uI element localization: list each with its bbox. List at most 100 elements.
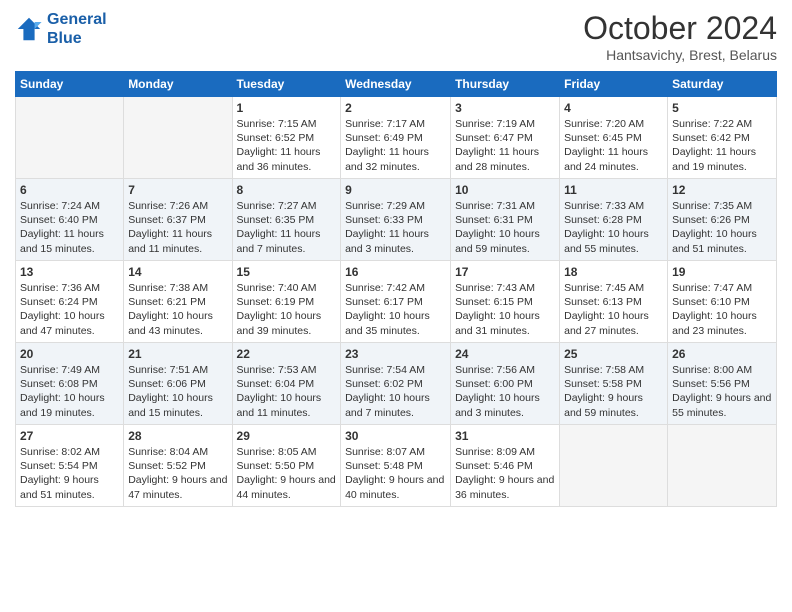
logo: General Blue <box>15 10 107 48</box>
calendar-cell: 24 Sunrise: 7:56 AMSunset: 6:00 PMDayligh… <box>451 343 560 425</box>
calendar-table: SundayMondayTuesdayWednesdayThursdayFrid… <box>15 71 777 507</box>
cell-info: Sunrise: 8:04 AMSunset: 5:52 PMDaylight:… <box>128 445 227 502</box>
cell-info: Sunrise: 7:15 AMSunset: 6:52 PMDaylight:… <box>237 117 337 174</box>
calendar-cell: 27 Sunrise: 8:02 AMSunset: 5:54 PMDayligh… <box>16 425 124 507</box>
calendar-cell: 31 Sunrise: 8:09 AMSunset: 5:46 PMDayligh… <box>451 425 560 507</box>
calendar-cell: 6 Sunrise: 7:24 AMSunset: 6:40 PMDaylight… <box>16 179 124 261</box>
cell-info: Sunrise: 8:00 AMSunset: 5:56 PMDaylight:… <box>672 363 772 420</box>
cell-info: Sunrise: 7:51 AMSunset: 6:06 PMDaylight:… <box>128 363 227 420</box>
day-header-friday: Friday <box>560 72 668 97</box>
cell-info: Sunrise: 7:29 AMSunset: 6:33 PMDaylight:… <box>345 199 446 256</box>
location-subtitle: Hantsavichy, Brest, Belarus <box>583 47 777 63</box>
title-block: October 2024 Hantsavichy, Brest, Belarus <box>583 10 777 63</box>
calendar-cell: 13 Sunrise: 7:36 AMSunset: 6:24 PMDayligh… <box>16 261 124 343</box>
day-header-monday: Monday <box>124 72 232 97</box>
day-number: 6 <box>20 183 119 197</box>
cell-info: Sunrise: 8:02 AMSunset: 5:54 PMDaylight:… <box>20 445 119 502</box>
calendar-cell: 17Sunrise: 7:43 AMSunset: 6:15 PMDayligh… <box>451 261 560 343</box>
calendar-cell: 23 Sunrise: 7:54 AMSunset: 6:02 PMDayligh… <box>341 343 451 425</box>
calendar-week-row: 13 Sunrise: 7:36 AMSunset: 6:24 PMDayligh… <box>16 261 777 343</box>
cell-info: Sunrise: 7:24 AMSunset: 6:40 PMDaylight:… <box>20 199 119 256</box>
cell-info: Sunrise: 7:26 AMSunset: 6:37 PMDaylight:… <box>128 199 227 256</box>
day-number: 31 <box>455 429 555 443</box>
calendar-cell: 28 Sunrise: 8:04 AMSunset: 5:52 PMDayligh… <box>124 425 232 507</box>
day-number: 28 <box>128 429 227 443</box>
day-number: 22 <box>237 347 337 361</box>
day-number: 1 <box>237 101 337 115</box>
cell-info: Sunrise: 8:07 AMSunset: 5:48 PMDaylight:… <box>345 445 446 502</box>
calendar-cell: 4 Sunrise: 7:20 AMSunset: 6:45 PMDaylight… <box>560 97 668 179</box>
month-title: October 2024 <box>583 10 777 47</box>
cell-info: Sunrise: 7:22 AMSunset: 6:42 PMDaylight:… <box>672 117 772 174</box>
cell-info: Sunrise: 7:45 AMSunset: 6:13 PMDaylight:… <box>564 281 663 338</box>
calendar-cell <box>560 425 668 507</box>
logo-icon <box>15 15 43 43</box>
day-number: 24 <box>455 347 555 361</box>
day-number: 29 <box>237 429 337 443</box>
calendar-cell: 3 Sunrise: 7:19 AMSunset: 6:47 PMDaylight… <box>451 97 560 179</box>
day-number: 3 <box>455 101 555 115</box>
logo-text: General Blue <box>47 10 107 48</box>
day-header-wednesday: Wednesday <box>341 72 451 97</box>
cell-info: Sunrise: 7:58 AMSunset: 5:58 PMDaylight:… <box>564 363 663 420</box>
cell-info: Sunrise: 7:35 AMSunset: 6:26 PMDaylight:… <box>672 199 772 256</box>
calendar-cell: 1 Sunrise: 7:15 AMSunset: 6:52 PMDaylight… <box>232 97 341 179</box>
day-number: 27 <box>20 429 119 443</box>
calendar-cell: 26 Sunrise: 8:00 AMSunset: 5:56 PMDayligh… <box>668 343 777 425</box>
cell-info: Sunrise: 7:42 AMSunset: 6:17 PMDaylight:… <box>345 281 446 338</box>
day-header-tuesday: Tuesday <box>232 72 341 97</box>
day-number: 30 <box>345 429 446 443</box>
calendar-cell: 10Sunrise: 7:31 AMSunset: 6:31 PMDayligh… <box>451 179 560 261</box>
day-header-thursday: Thursday <box>451 72 560 97</box>
day-number: 2 <box>345 101 446 115</box>
day-header-saturday: Saturday <box>668 72 777 97</box>
day-number: 12 <box>672 183 772 197</box>
calendar-cell: 29 Sunrise: 8:05 AMSunset: 5:50 PMDayligh… <box>232 425 341 507</box>
day-number: 14 <box>128 265 227 279</box>
day-header-sunday: Sunday <box>16 72 124 97</box>
day-number: 5 <box>672 101 772 115</box>
calendar-week-row: 6 Sunrise: 7:24 AMSunset: 6:40 PMDaylight… <box>16 179 777 261</box>
day-number: 25 <box>564 347 663 361</box>
calendar-week-row: 20Sunrise: 7:49 AMSunset: 6:08 PMDayligh… <box>16 343 777 425</box>
cell-info: Sunrise: 7:54 AMSunset: 6:02 PMDaylight:… <box>345 363 446 420</box>
calendar-cell <box>124 97 232 179</box>
calendar-cell: 15 Sunrise: 7:40 AMSunset: 6:19 PMDayligh… <box>232 261 341 343</box>
calendar-cell: 18 Sunrise: 7:45 AMSunset: 6:13 PMDayligh… <box>560 261 668 343</box>
day-number: 23 <box>345 347 446 361</box>
calendar-cell: 5 Sunrise: 7:22 AMSunset: 6:42 PMDaylight… <box>668 97 777 179</box>
calendar-cell: 21 Sunrise: 7:51 AMSunset: 6:06 PMDayligh… <box>124 343 232 425</box>
day-number: 9 <box>345 183 446 197</box>
cell-info: Sunrise: 7:36 AMSunset: 6:24 PMDaylight:… <box>20 281 119 338</box>
day-number: 21 <box>128 347 227 361</box>
day-number: 26 <box>672 347 772 361</box>
calendar-cell: 19 Sunrise: 7:47 AMSunset: 6:10 PMDayligh… <box>668 261 777 343</box>
cell-info: Sunrise: 7:19 AMSunset: 6:47 PMDaylight:… <box>455 117 555 174</box>
page-container: General Blue October 2024 Hantsavichy, B… <box>0 0 792 517</box>
cell-info: Sunrise: 7:20 AMSunset: 6:45 PMDaylight:… <box>564 117 663 174</box>
day-number: 17 <box>455 265 555 279</box>
calendar-cell: 22Sunrise: 7:53 AMSunset: 6:04 PMDayligh… <box>232 343 341 425</box>
cell-info: Sunrise: 8:05 AMSunset: 5:50 PMDaylight:… <box>237 445 337 502</box>
calendar-week-row: 1 Sunrise: 7:15 AMSunset: 6:52 PMDaylight… <box>16 97 777 179</box>
day-number: 16 <box>345 265 446 279</box>
cell-info: Sunrise: 8:09 AMSunset: 5:46 PMDaylight:… <box>455 445 555 502</box>
day-number: 19 <box>672 265 772 279</box>
cell-info: Sunrise: 7:31 AMSunset: 6:31 PMDaylight:… <box>455 199 555 256</box>
calendar-cell: 8Sunrise: 7:27 AMSunset: 6:35 PMDaylight… <box>232 179 341 261</box>
day-number: 18 <box>564 265 663 279</box>
cell-info: Sunrise: 7:47 AMSunset: 6:10 PMDaylight:… <box>672 281 772 338</box>
cell-info: Sunrise: 7:56 AMSunset: 6:00 PMDaylight:… <box>455 363 555 420</box>
day-number: 11 <box>564 183 663 197</box>
calendar-week-row: 27 Sunrise: 8:02 AMSunset: 5:54 PMDayligh… <box>16 425 777 507</box>
calendar-cell: 7 Sunrise: 7:26 AMSunset: 6:37 PMDaylight… <box>124 179 232 261</box>
calendar-cell: 2Sunrise: 7:17 AMSunset: 6:49 PMDaylight… <box>341 97 451 179</box>
day-number: 4 <box>564 101 663 115</box>
calendar-cell: 11Sunrise: 7:33 AMSunset: 6:28 PMDayligh… <box>560 179 668 261</box>
day-number: 15 <box>237 265 337 279</box>
day-number: 7 <box>128 183 227 197</box>
day-number: 13 <box>20 265 119 279</box>
cell-info: Sunrise: 7:40 AMSunset: 6:19 PMDaylight:… <box>237 281 337 338</box>
cell-info: Sunrise: 7:38 AMSunset: 6:21 PMDaylight:… <box>128 281 227 338</box>
calendar-cell: 30 Sunrise: 8:07 AMSunset: 5:48 PMDayligh… <box>341 425 451 507</box>
